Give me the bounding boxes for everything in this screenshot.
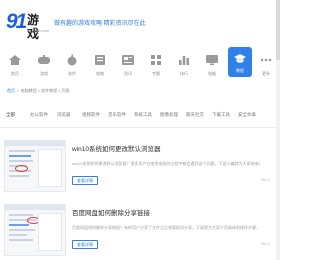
tab-social[interactable]: 聊天社交 (186, 112, 204, 118)
tab-image[interactable]: 图像处理 (160, 112, 178, 118)
nav-label: 游戏 (40, 71, 48, 76)
tab-download[interactable]: 下载工具 (212, 112, 230, 118)
nav-item-more[interactable]: 更多 (257, 46, 275, 82)
icon-nav: 首页 游戏 软件 攻略 资讯 专题 排行 电脑 教程 更多 (0, 46, 276, 86)
monitor-icon (206, 55, 218, 65)
article-description: win10系统如何更改默认浏览器？很多用户在使用电脑的过程中都会遇到这个问题，下… (72, 161, 260, 166)
logo-word: 游戏 (27, 13, 40, 41)
graduation-cap-icon (234, 54, 246, 63)
tab-browser[interactable]: 浏览器 (57, 112, 71, 118)
breadcrumb: 首页 > 电脑教程 > 软件教程 > 列表 (7, 88, 70, 96)
breadcrumb-home-link[interactable]: 首页 (7, 88, 15, 93)
tab-music[interactable]: 音乐软件 (108, 112, 126, 118)
site-logo[interactable]: 91 游戏 91youxi.com (6, 10, 50, 41)
nav-item-ranking[interactable]: 排行 (171, 46, 197, 82)
news-icon (122, 55, 134, 65)
site-slogan: 做有趣的游戏攻略 精彩资讯尽在此 (54, 21, 146, 27)
home-icon (9, 55, 21, 65)
nav-label: 排行 (180, 71, 188, 76)
nav-item-tutorials[interactable]: 教程 (228, 47, 252, 77)
nav-item-software[interactable]: 软件 (59, 46, 85, 82)
nav-label: 资讯 (124, 71, 132, 76)
tab-office[interactable]: 办公软件 (30, 112, 48, 118)
list-item[interactable]: win10系统如何更改默认浏览器 win10系统如何更改默认浏览器？很多用户在使… (0, 140, 280, 200)
highlight-circle (15, 165, 28, 172)
scrollbar-thumb[interactable] (276, 0, 280, 60)
list-item[interactable]: 百度网盘如何删除分享链接 百度网盘如何删除分享链接？有的用户分享了文件之后想要取… (0, 204, 280, 260)
apple-icon (67, 54, 77, 66)
article-thumbnail[interactable] (4, 140, 66, 192)
tab-system[interactable]: 系统工具 (134, 112, 152, 118)
category-tabs: 全部 办公软件 浏览器 视频软件 音乐软件 系统工具 图像处理 聊天社交 下载工… (0, 108, 280, 128)
nav-item-home[interactable]: 首页 (2, 46, 28, 82)
nav-item-topics[interactable]: 专题 (143, 46, 169, 82)
nav-item-news[interactable]: 资讯 (115, 46, 141, 82)
nav-item-pc[interactable]: 电脑 (199, 46, 225, 82)
site-header: 91 游戏 91youxi.com 做有趣的游戏攻略 精彩资讯尽在此 (0, 0, 280, 44)
nav-label: 教程 (236, 68, 244, 73)
article-title[interactable]: 百度网盘如何删除分享链接 (72, 207, 150, 217)
logo-number: 91 (6, 10, 27, 33)
logo-subtitle: 91youxi.com (27, 28, 50, 33)
nav-item-guides[interactable]: 攻略 (87, 46, 113, 82)
nav-label: 软件 (68, 71, 76, 76)
nav-item-games[interactable]: 游戏 (31, 46, 57, 82)
grid-icon (151, 55, 161, 65)
breadcrumb-path: > 电脑教程 > 软件教程 > 列表 (17, 88, 70, 93)
nav-label: 电脑 (208, 71, 216, 76)
nav-label: 首页 (11, 71, 19, 76)
nav-label: 专题 (152, 71, 160, 76)
tab-all[interactable]: 全部 (6, 112, 15, 118)
article-description: 百度网盘如何删除分享链接？有的用户分享了文件之后想要取消分享，下面就为大家介绍具… (72, 225, 260, 230)
more-icon (260, 58, 272, 62)
article-date: 05-21 (261, 178, 270, 182)
gamepad-icon (38, 55, 50, 64)
article-thumbnail[interactable] (4, 204, 66, 256)
view-details-button[interactable]: 查看详情 (72, 176, 98, 185)
chart-icon (179, 56, 189, 65)
book-icon (95, 55, 105, 65)
nav-label: 更多 (262, 71, 270, 76)
scrollbar[interactable] (276, 0, 280, 260)
tab-video[interactable]: 视频软件 (82, 112, 100, 118)
article-title[interactable]: win10系统如何更改默认浏览器 (72, 143, 160, 153)
nav-label: 攻略 (96, 71, 104, 76)
page: 91 游戏 91youxi.com 做有趣的游戏攻略 精彩资讯尽在此 首页 游戏… (0, 0, 280, 260)
article-date: 05-21 (261, 242, 270, 246)
tab-security[interactable]: 安全杀毒 (238, 112, 256, 118)
view-details-button[interactable]: 查看详情 (72, 240, 98, 249)
